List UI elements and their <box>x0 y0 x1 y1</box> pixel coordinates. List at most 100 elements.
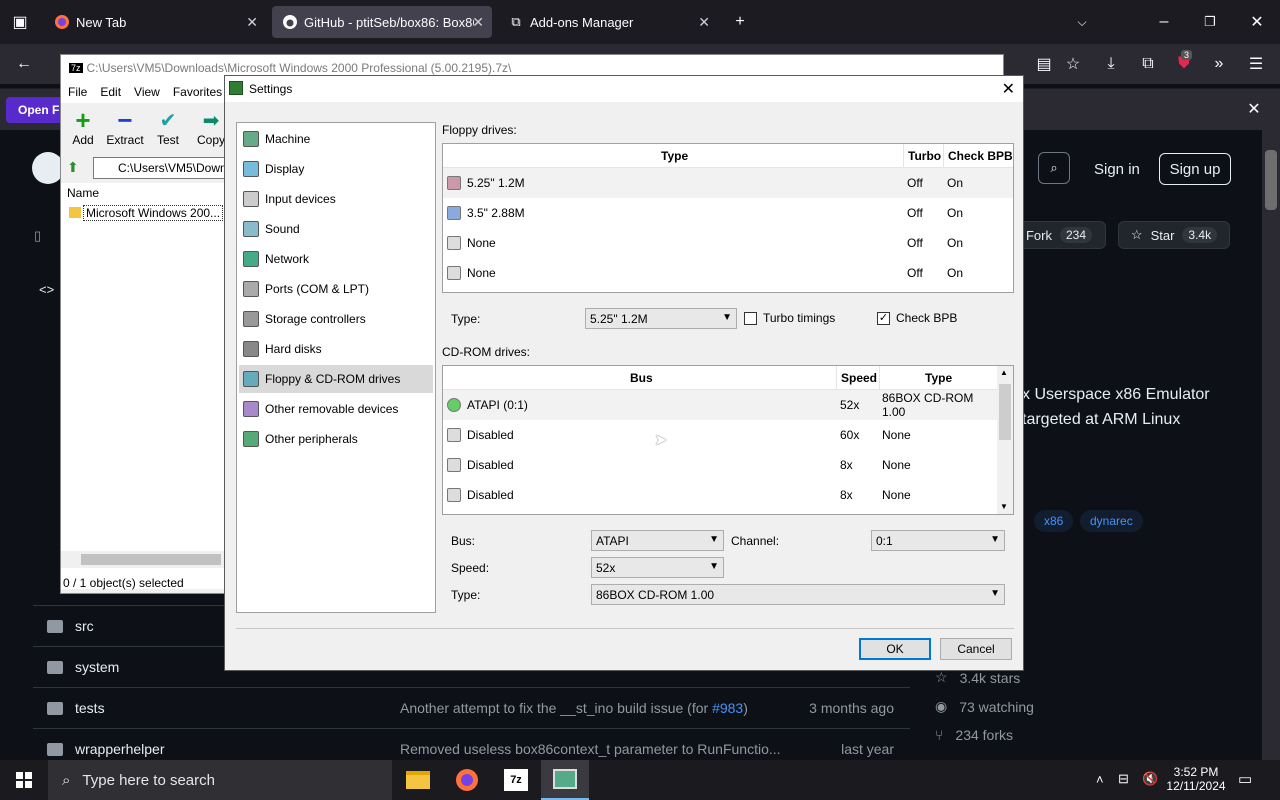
col-turbo[interactable]: Turbo <box>908 149 941 163</box>
col-checkbpb[interactable]: Check BPB <box>948 149 1013 163</box>
file-name[interactable]: tests <box>75 700 105 716</box>
nav-display[interactable]: Display <box>239 155 433 183</box>
close-tab-icon[interactable]: ✕ <box>246 14 258 31</box>
archive-item[interactable]: Microsoft Windows 200... <box>83 205 224 221</box>
cdrom-scrollbar[interactable]: ▲ ▼ <box>997 366 1013 514</box>
commit-message[interactable]: Removed useless box86context_t parameter… <box>400 741 781 757</box>
network-tray-icon[interactable]: ⊟ <box>1118 771 1129 787</box>
forks-stat[interactable]: ⑂ 234 forks <box>935 727 1013 743</box>
test-button[interactable]: ✔ Test <box>146 107 190 148</box>
menu-favorites[interactable]: Favorites <box>173 85 222 99</box>
horizontal-scrollbar[interactable] <box>61 551 225 568</box>
7zip-taskbar-icon[interactable]: 7z <box>492 760 540 800</box>
back-arrow-icon[interactable]: ← <box>12 52 36 76</box>
watching-stat[interactable]: ◉ 73 watching <box>935 698 1034 715</box>
cdrom-row[interactable]: Disabled 8x None <box>443 450 997 480</box>
extract-button[interactable]: − Extract <box>103 105 147 148</box>
col-type[interactable]: Type <box>925 371 952 385</box>
tab-addons[interactable]: ⧉ Add-ons Manager ✕ <box>498 6 718 38</box>
star-button[interactable]: ☆ Star 3.4k <box>1118 221 1230 249</box>
stars-stat[interactable]: ☆ 3.4k stars <box>935 669 1020 686</box>
notification-center-icon[interactable]: ▭ <box>1238 770 1252 788</box>
nav-storage-controllers[interactable]: Storage controllers <box>239 305 433 333</box>
file-name[interactable]: src <box>75 618 94 634</box>
chevron-down-icon[interactable]: ⌵ <box>1070 10 1094 34</box>
speed-select[interactable]: 52x ▼ <box>591 557 724 578</box>
file-row[interactable]: tests Another attempt to fix the __st_in… <box>33 687 910 728</box>
volume-muted-icon[interactable]: 🔇 <box>1142 771 1158 787</box>
nav-other-removable[interactable]: Other removable devices <box>239 395 433 423</box>
tab-github[interactable]: GitHub - ptitSeb/box86: Box86 ✕ <box>272 6 492 38</box>
scroll-thumb[interactable] <box>1265 150 1277 210</box>
cdrom-row[interactable]: Disabled 60x None <box>443 420 997 450</box>
page-scrollbar[interactable] <box>1262 130 1280 760</box>
taskbar-search[interactable]: ⌕ Type here to search <box>48 760 392 800</box>
file-name[interactable]: wrapperhelper <box>75 741 165 757</box>
new-tab-plus-icon[interactable]: + <box>728 10 752 34</box>
floppy-row[interactable]: None Off On <box>443 258 1013 288</box>
tab-new-tab[interactable]: New Tab ✕ <box>44 6 266 38</box>
menu-view[interactable]: View <box>134 85 160 99</box>
nav-sound[interactable]: Sound <box>239 215 433 243</box>
channel-select[interactable]: 0:1 ▼ <box>871 530 1005 551</box>
hamburger-menu-icon[interactable]: ☰ <box>1244 52 1268 76</box>
bus-select[interactable]: ATAPI ▼ <box>591 530 724 551</box>
cdrom-row[interactable]: Disabled 8x None <box>443 480 997 510</box>
sign-up-button[interactable]: Sign up <box>1159 153 1231 185</box>
cdrom-type-select[interactable]: 86BOX CD-ROM 1.00 ▼ <box>591 584 1005 605</box>
file-explorer-icon[interactable] <box>394 760 442 800</box>
file-name[interactable]: system <box>75 659 119 675</box>
floppy-type-select[interactable]: 5.25" 1.2M ▼ <box>585 308 737 329</box>
tab-list-icon[interactable]: ▣ <box>8 10 32 34</box>
topic-x86[interactable]: x86 <box>1034 510 1074 532</box>
extensions-icon[interactable]: ⧉ <box>1136 52 1160 76</box>
firefox-icon[interactable] <box>443 760 491 800</box>
search-icon[interactable]: ⌕ <box>1038 152 1070 184</box>
close-notification-icon[interactable]: ✕ <box>1242 97 1266 121</box>
issue-link[interactable]: #983 <box>712 700 743 716</box>
nav-network[interactable]: Network <box>239 245 433 273</box>
close-tab-icon[interactable]: ✕ <box>698 14 710 31</box>
nav-hard-disks[interactable]: Hard disks <box>239 335 433 363</box>
tray-chevron-icon[interactable]: ˄ <box>1096 772 1104 787</box>
close-tab-icon[interactable]: ✕ <box>472 14 484 31</box>
windows-start-icon[interactable] <box>0 760 48 800</box>
col-speed[interactable]: Speed <box>841 371 877 385</box>
up-folder-icon[interactable]: ⬆ <box>67 159 79 176</box>
fork-button[interactable]: Fork 234 <box>1012 221 1106 249</box>
floppy-row[interactable]: 3.5" 2.88M Off On <box>443 198 1013 228</box>
menu-file[interactable]: File <box>68 85 87 99</box>
reader-view-icon[interactable]: ▤ <box>1032 52 1056 76</box>
sign-in-link[interactable]: Sign in <box>1094 161 1140 178</box>
restore-icon[interactable]: ❐ <box>1198 10 1222 34</box>
notification-button[interactable]: Open Fi <box>6 97 66 123</box>
commit-message[interactable]: Another attempt to fix the __st_ino buil… <box>400 700 748 716</box>
nav-machine[interactable]: Machine <box>239 125 433 153</box>
topic-dynarec[interactable]: dynarec <box>1080 510 1143 532</box>
col-bus[interactable]: Bus <box>630 371 653 385</box>
nav-other-peripherals[interactable]: Other peripherals <box>239 425 433 453</box>
scroll-thumb[interactable] <box>81 554 221 565</box>
cancel-button[interactable]: Cancel <box>940 638 1012 660</box>
window-close-icon[interactable]: ✕ <box>1245 10 1269 34</box>
download-icon[interactable]: ⤓ <box>1099 52 1123 76</box>
ok-button[interactable]: OK <box>859 638 931 660</box>
cdrom-row[interactable]: ATAPI (0:1) 52x 86BOX CD-ROM 1.00 <box>443 390 997 420</box>
menu-edit[interactable]: Edit <box>100 85 121 99</box>
bookmark-star-icon[interactable]: ☆ <box>1061 52 1085 76</box>
86box-taskbar-icon[interactable] <box>541 760 589 800</box>
clock[interactable]: 3:52 PM 12/11/2024 <box>1166 765 1226 793</box>
floppy-row[interactable]: None Off On <box>443 228 1013 258</box>
column-name-header[interactable]: Name <box>67 186 99 200</box>
close-icon[interactable]: ✕ <box>1002 79 1015 99</box>
nav-ports[interactable]: Ports (COM & LPT) <box>239 275 433 303</box>
nav-input-devices[interactable]: Input devices <box>239 185 433 213</box>
overflow-chevrons-icon[interactable]: » <box>1207 52 1231 76</box>
turbo-timings-checkbox[interactable]: Turbo timings <box>744 311 835 325</box>
col-type[interactable]: Type <box>661 149 688 163</box>
path-field[interactable]: C:\Users\VM5\Down <box>93 157 233 179</box>
floppy-row[interactable]: 5.25" 1.2M Off On <box>443 168 1013 198</box>
code-icon[interactable]: <> <box>39 282 54 297</box>
nav-floppy-cdrom[interactable]: Floppy & CD-ROM drives <box>239 365 433 393</box>
minimize-icon[interactable]: – <box>1152 10 1176 34</box>
